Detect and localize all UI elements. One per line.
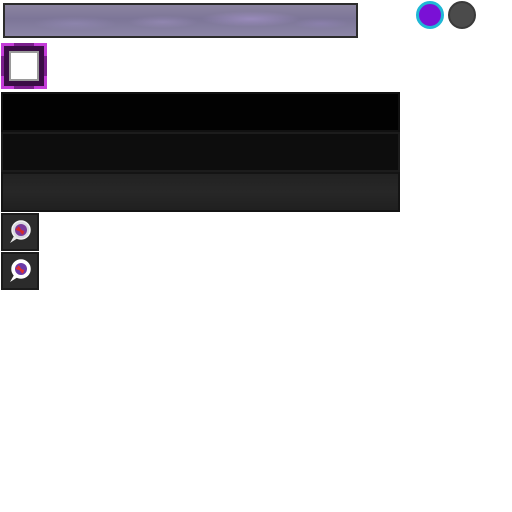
chat-bubble-icon: [10, 259, 31, 282]
top-status-bar: [3, 3, 358, 38]
chat-button-2[interactable]: [1, 252, 39, 290]
list-panel-2[interactable]: [1, 132, 400, 172]
list-panel-1[interactable]: [1, 92, 400, 132]
chat-button-1[interactable]: [1, 213, 39, 251]
chat-bubble-icon: [10, 220, 31, 243]
purple-toggle-button[interactable]: [416, 1, 444, 29]
gray-toggle-button[interactable]: [448, 1, 476, 29]
selected-item-slot[interactable]: [1, 43, 47, 89]
slot-item: [9, 51, 39, 81]
list-panel-3[interactable]: [1, 172, 400, 212]
game-hud: [0, 0, 512, 512]
top-status-bar-label: [5, 5, 356, 36]
